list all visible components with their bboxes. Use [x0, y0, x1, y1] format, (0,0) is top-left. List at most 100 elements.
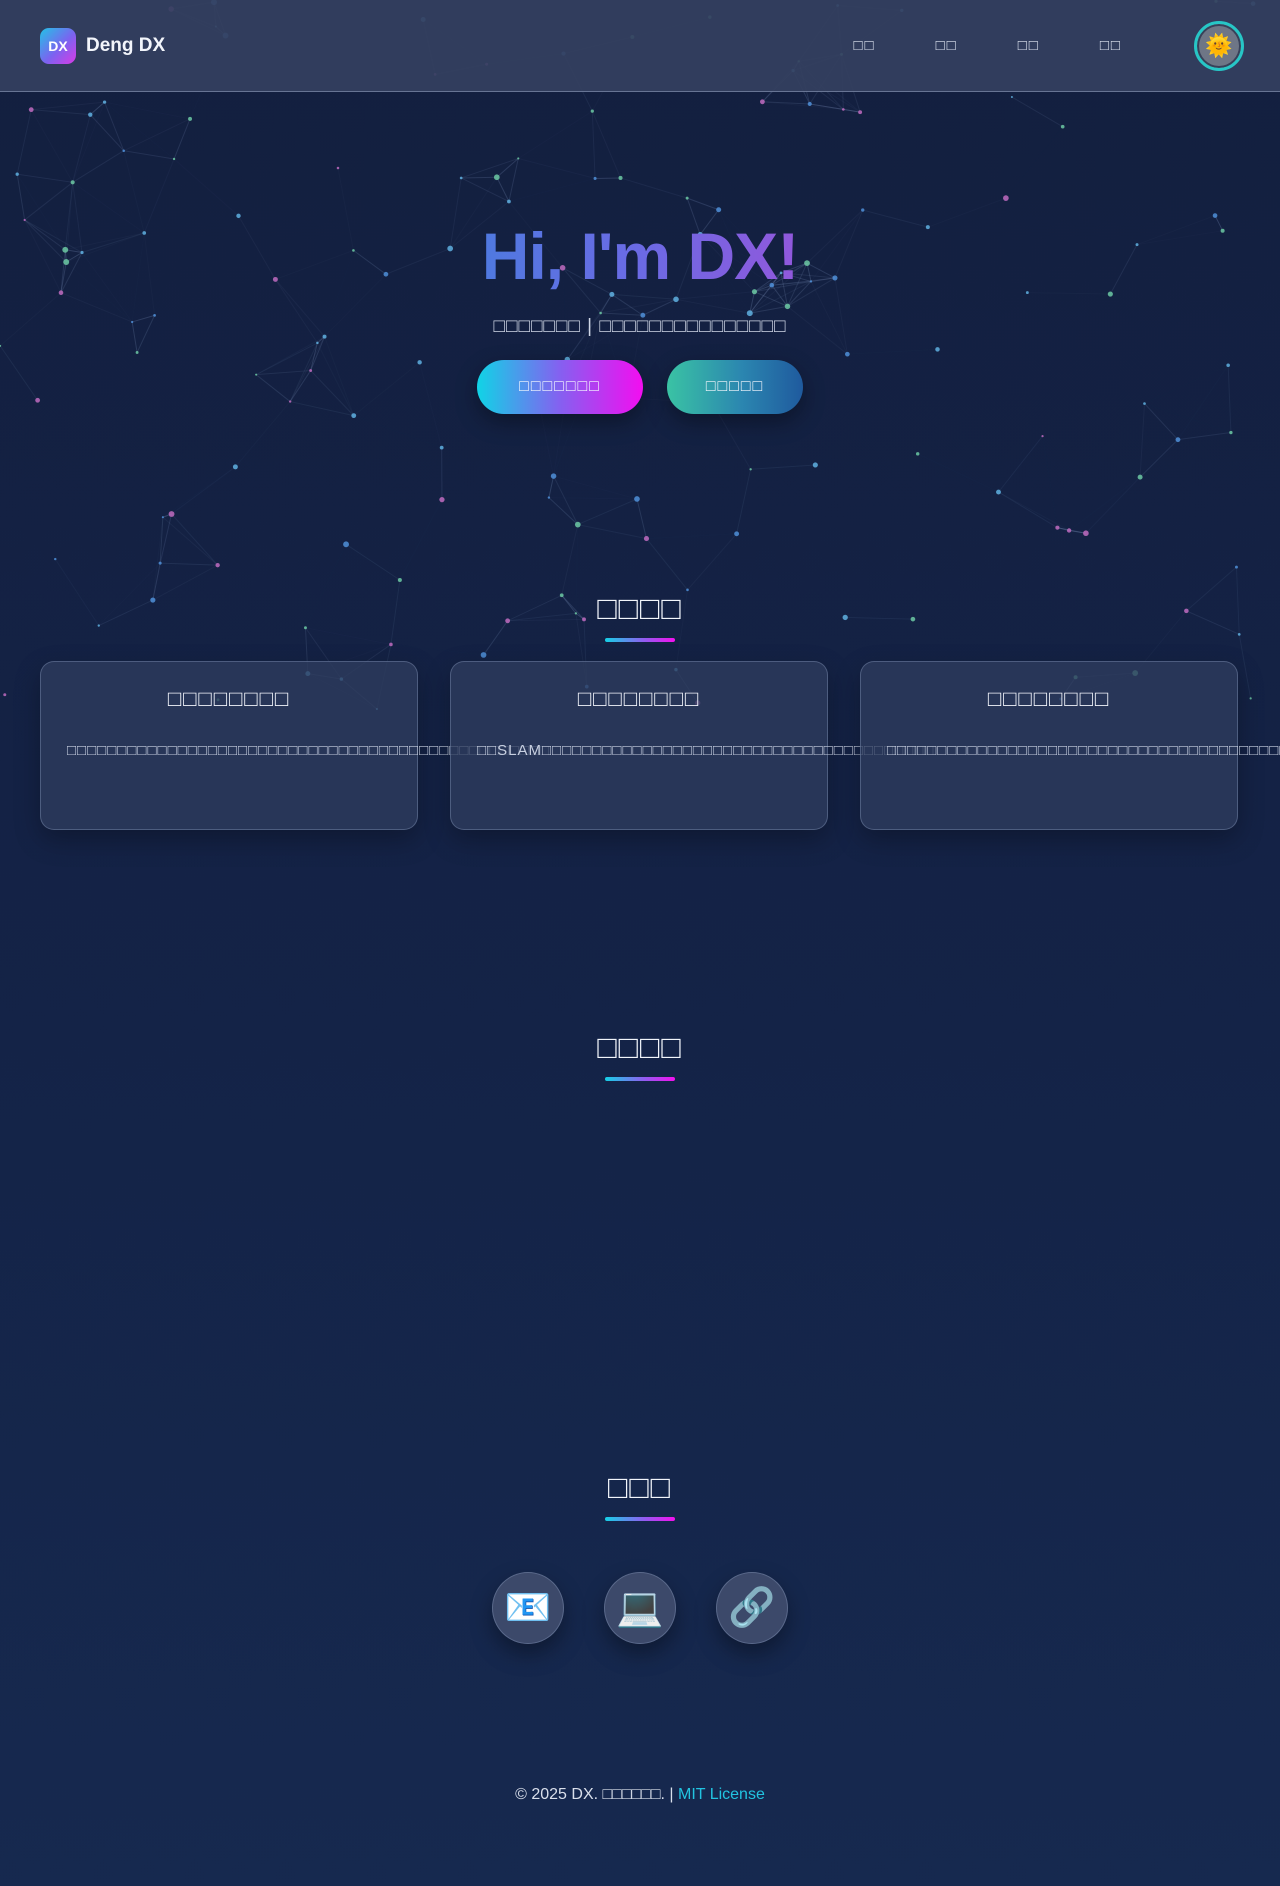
network-link — [345, 543, 401, 581]
network-link — [31, 101, 105, 111]
network-link — [391, 644, 484, 654]
network-node — [480, 652, 487, 658]
network-node — [590, 109, 594, 113]
network-node — [593, 176, 597, 180]
section-underline — [605, 1077, 675, 1081]
network-link — [1177, 432, 1231, 441]
network-node — [88, 112, 93, 117]
network-node — [812, 462, 818, 468]
network-link — [89, 114, 125, 152]
network-node — [172, 157, 176, 161]
nav-item-2[interactable]: □□ — [936, 37, 958, 54]
hero-subtitle: □□□□□□□ | □□□□□□□□□□□□□□□ — [493, 316, 787, 337]
network-node — [1060, 124, 1065, 129]
network-node — [1229, 430, 1233, 435]
network-node — [1003, 195, 1009, 201]
card-title: □□□□□□□□ — [167, 686, 291, 711]
research-card[interactable]: □□□□□□□□ □□SLAM□□□□□□□□□□□□□□□□□□□□□□□□□… — [450, 661, 933, 830]
network-link — [591, 110, 621, 179]
network-link — [1006, 127, 1063, 198]
research-section-heading: □□□□ — [0, 588, 1280, 642]
main-nav: □□ □□ □□ □□ 🌞 — [854, 20, 1244, 71]
nav-item-1[interactable]: □□ — [854, 37, 876, 54]
section-underline — [605, 638, 675, 642]
network-node — [996, 489, 1001, 495]
network-link — [750, 464, 816, 470]
network-node — [1249, 697, 1252, 700]
card-title: □□□□□□□□ — [577, 686, 701, 711]
network-node — [547, 496, 551, 499]
card-description: □□□□□□□□□□□□□□□□□□□□□□□□□□□□□□□□□□□□□□□□… — [67, 742, 550, 759]
network-node — [685, 196, 689, 200]
network-link — [171, 513, 219, 566]
network-link — [72, 114, 91, 183]
network-node — [634, 496, 640, 502]
network-link — [998, 491, 1070, 531]
network-link — [354, 416, 442, 448]
network-link — [460, 177, 510, 202]
link-icon[interactable]: 🔗 — [716, 1572, 788, 1644]
network-node — [3, 693, 7, 697]
network-node — [1175, 437, 1181, 443]
hero-buttons: □□□□□□□ □□□□□ — [0, 360, 1280, 414]
network-node — [749, 468, 752, 471]
network-link — [518, 111, 592, 158]
logo-text: Deng DX — [86, 34, 166, 56]
theme-toggle-button[interactable]: 🌞 — [1194, 20, 1244, 71]
network-link — [548, 475, 555, 498]
network-node — [574, 521, 581, 528]
network-link — [496, 177, 510, 202]
network-node — [858, 110, 863, 115]
nav-item-3[interactable]: □□ — [1018, 37, 1040, 54]
network-node — [122, 149, 125, 153]
network-link — [105, 102, 190, 119]
network-link — [553, 475, 579, 525]
laptop-icon[interactable]: 💻 — [604, 1572, 676, 1644]
card-description: □□□□□□□□□□□□□□□□□□□□□□□□□□□□□□□□□□□□□□□□… — [887, 742, 1280, 759]
network-node — [161, 516, 164, 519]
network-link — [1139, 439, 1179, 478]
network-node — [232, 464, 238, 470]
network-node — [397, 577, 402, 583]
network-link — [646, 534, 736, 539]
network-node — [734, 531, 740, 537]
network-link — [105, 102, 175, 159]
network-link — [400, 500, 442, 580]
nav-item-4[interactable]: □□ — [1100, 37, 1122, 54]
network-node — [493, 174, 500, 181]
network-node — [1041, 435, 1044, 438]
network-node — [439, 497, 445, 503]
network-node — [1083, 530, 1089, 537]
network-node — [439, 445, 444, 450]
network-link — [461, 158, 519, 179]
network-link — [461, 176, 497, 179]
license-link[interactable]: MIT License — [678, 1786, 765, 1803]
network-node — [643, 536, 650, 542]
network-link — [577, 524, 647, 540]
hero-section: Hi, I'm DX! □□□□□□□ | □□□□□□□□□□□□□□□ □□… — [0, 210, 1280, 414]
network-link — [549, 498, 637, 499]
network-link — [31, 109, 91, 116]
hero-title: Hi, I'm DX! — [482, 210, 799, 302]
network-node — [54, 557, 57, 561]
section-underline — [605, 1517, 675, 1521]
logo[interactable]: DX Deng DX — [40, 27, 166, 64]
primary-cta-button[interactable]: □□□□□□□ — [477, 360, 643, 414]
network-node — [550, 473, 557, 479]
projects-section-heading: □□□□ — [0, 1027, 1280, 1081]
network-link — [561, 524, 579, 596]
research-card[interactable]: □□□□□□□□ □□□□□□□□□□□□□□□□□□□□□□□□□□□□□□□… — [860, 661, 1280, 830]
network-link — [686, 197, 719, 211]
section-title: □□□ — [608, 1469, 672, 1505]
network-link — [72, 150, 124, 183]
section-title: □□□□ — [597, 1029, 683, 1065]
secondary-cta-button[interactable]: □□□□□ — [667, 360, 803, 414]
research-card[interactable]: □□□□□□□□ □□□□□□□□□□□□□□□□□□□□□□□□□□□□□□□… — [40, 661, 550, 830]
network-node — [618, 175, 623, 180]
network-node — [336, 166, 340, 170]
network-link — [509, 178, 595, 201]
email-icon[interactable]: 📧 — [492, 1572, 564, 1644]
network-link — [123, 118, 191, 152]
network-node — [459, 176, 463, 180]
network-link — [1011, 96, 1063, 128]
